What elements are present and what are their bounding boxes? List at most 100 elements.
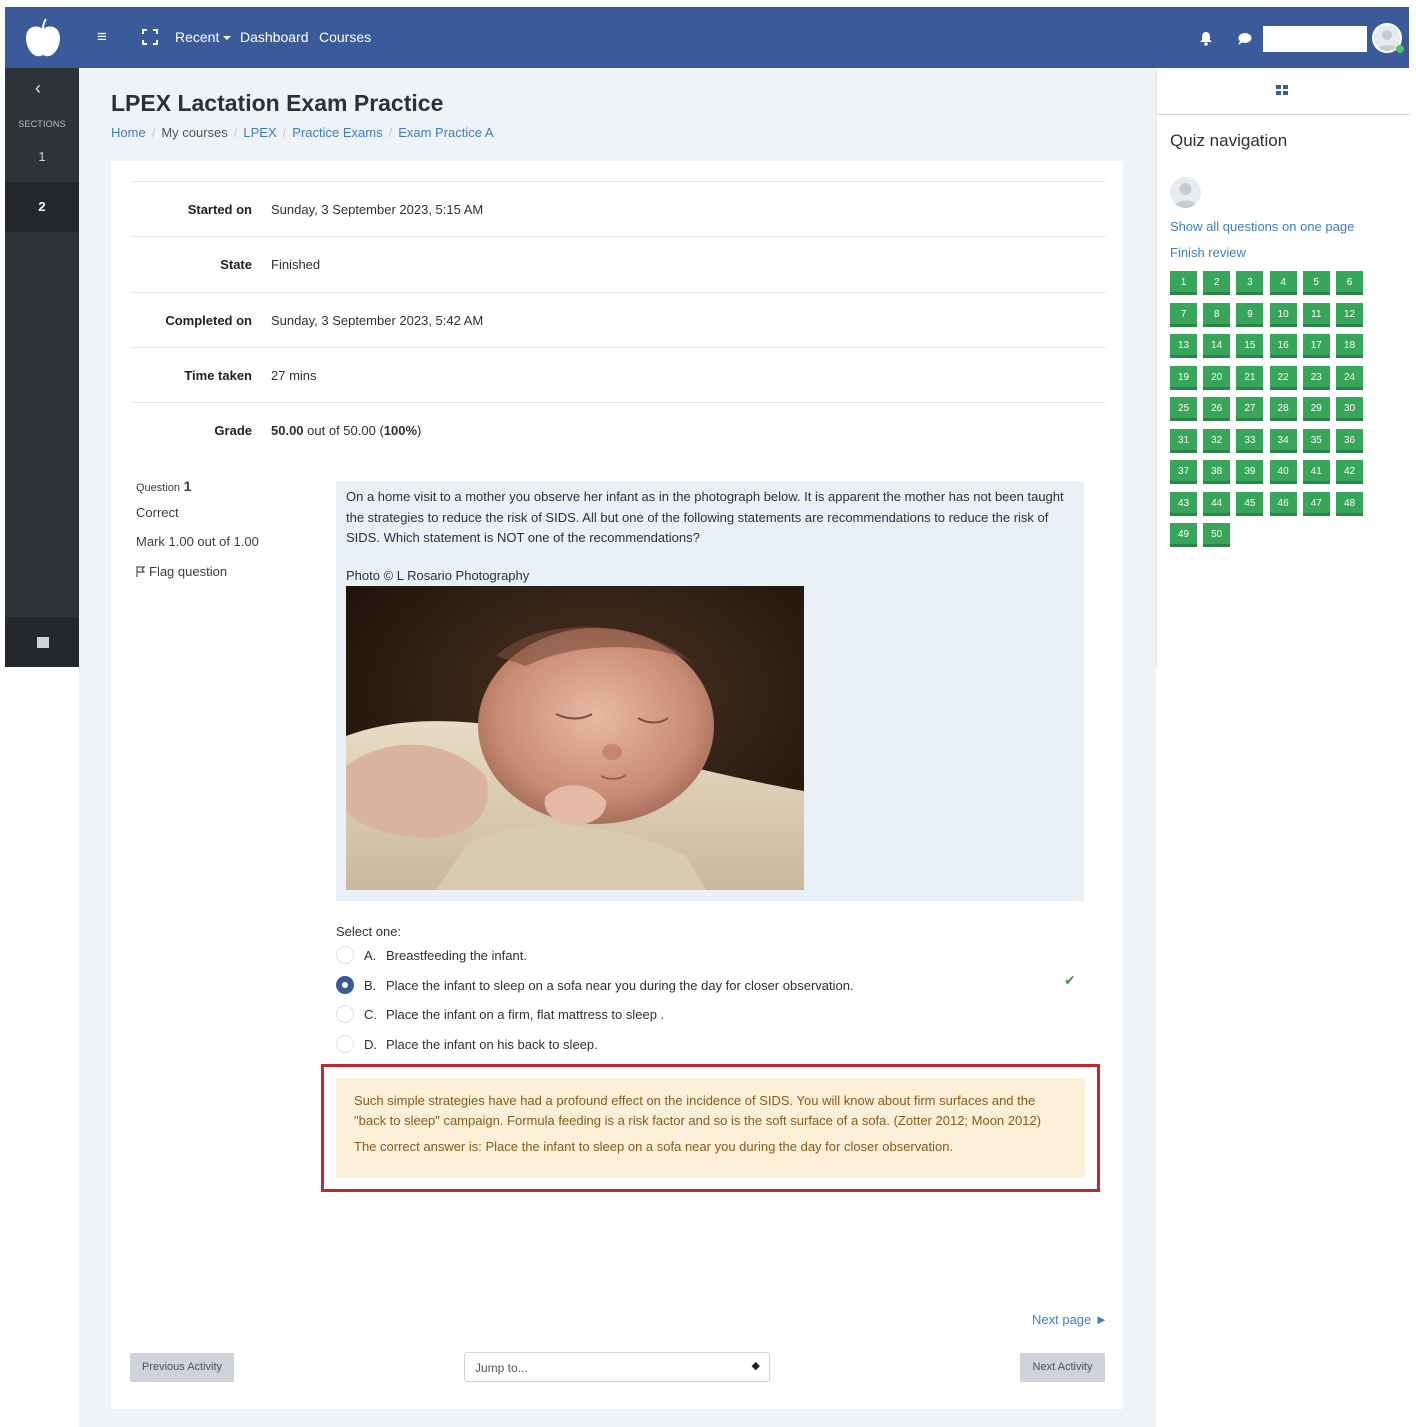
question-nav-button-18[interactable]: 18	[1336, 334, 1363, 358]
breadcrumb-home[interactable]: Home	[111, 125, 146, 140]
question-nav-button-13[interactable]: 13	[1170, 334, 1197, 358]
question-nav-button-7[interactable]: 7	[1170, 302, 1197, 327]
flag-question-link[interactable]: Flag question	[136, 564, 227, 579]
question-nav-button-33[interactable]: 33	[1236, 428, 1264, 453]
next-page-link[interactable]: Next page ►	[1032, 1312, 1108, 1327]
option-a-radio[interactable]	[336, 946, 354, 964]
archive-icon[interactable]	[37, 637, 49, 648]
question-nav-button-14[interactable]: 14	[1203, 334, 1231, 358]
grade-score: 50.00	[271, 423, 304, 438]
summary-row-started: Started on Sunday, 3 September 2023, 5:1…	[131, 181, 1106, 236]
question-nav-button-28[interactable]: 28	[1269, 397, 1297, 421]
finish-review-link[interactable]: Finish review	[1170, 245, 1246, 260]
question-nav-button-11[interactable]: 11	[1302, 302, 1330, 327]
hamburger-icon[interactable]: ≡	[97, 27, 107, 47]
breadcrumb-exam-practice-a[interactable]: Exam Practice A	[398, 125, 493, 140]
question-nav-button-5[interactable]: 5	[1302, 271, 1330, 295]
question-nav-button-31[interactable]: 31	[1170, 428, 1197, 453]
fullscreen-icon[interactable]	[142, 29, 158, 45]
question-nav-button-24[interactable]: 24	[1336, 365, 1363, 390]
quiz-navigation-title: Quiz navigation	[1170, 131, 1288, 150]
top-navbar: ≡ Recent Dashboard Courses	[5, 7, 1409, 68]
highlight-annotation-box	[321, 1064, 1100, 1192]
question-mark: Mark 1.00 out of 1.00	[136, 534, 259, 549]
summary-row-state: State Finished	[131, 236, 1106, 291]
option-a-letter: A.	[364, 948, 377, 963]
summary-row-completed: Completed on Sunday, 3 September 2023, 5…	[131, 292, 1106, 347]
summary-row-grade: Grade 50.00 out of 50.00 (100%)	[131, 402, 1106, 457]
section-item-1[interactable]: 1	[5, 132, 79, 182]
question-nav-button-26[interactable]: 26	[1203, 397, 1231, 421]
question-nav-button-47[interactable]: 47	[1302, 491, 1330, 516]
question-number-value: 1	[183, 478, 192, 494]
question-nav-button-3[interactable]: 3	[1236, 271, 1264, 295]
question-nav-button-9[interactable]: 9	[1236, 302, 1264, 327]
question-nav-button-48[interactable]: 48	[1336, 491, 1363, 516]
search-input[interactable]	[1263, 26, 1367, 52]
question-nav-button-27[interactable]: 27	[1236, 397, 1264, 421]
question-nav-button-20[interactable]: 20	[1203, 365, 1231, 390]
select-arrows-icon: ◆	[751, 1360, 760, 1372]
recent-menu[interactable]: Recent	[175, 29, 232, 45]
question-nav-button-45[interactable]: 45	[1236, 491, 1264, 516]
grid-icon[interactable]	[1276, 85, 1289, 96]
dashboard-link[interactable]: Dashboard	[240, 29, 309, 45]
section-item-2[interactable]: 2	[5, 182, 79, 232]
question-nav-button-42[interactable]: 42	[1336, 460, 1363, 484]
question-nav-button-46[interactable]: 46	[1269, 491, 1297, 516]
sleeping-infant-photo	[346, 586, 804, 890]
question-nav-button-39[interactable]: 39	[1236, 460, 1264, 484]
show-all-questions-link[interactable]: Show all questions on one page	[1170, 219, 1354, 234]
question-nav-button-1[interactable]: 1	[1170, 271, 1197, 295]
question-nav-button-10[interactable]: 10	[1269, 302, 1297, 327]
caret-down-icon	[223, 36, 232, 41]
question-nav-button-40[interactable]: 40	[1269, 460, 1297, 484]
breadcrumb-lpex[interactable]: LPEX	[243, 125, 276, 140]
question-nav-button-43[interactable]: 43	[1170, 491, 1197, 516]
question-nav-button-19[interactable]: 19	[1170, 365, 1197, 390]
option-c-radio[interactable]	[336, 1005, 354, 1023]
question-nav-button-8[interactable]: 8	[1203, 302, 1231, 327]
question-word: Question	[136, 482, 181, 494]
next-activity-button[interactable]: Next Activity	[1020, 1353, 1105, 1382]
question-nav-button-15[interactable]: 15	[1236, 334, 1264, 358]
option-d-text: Place the infant on his back to sleep.	[386, 1037, 598, 1052]
question-nav-button-17[interactable]: 17	[1302, 334, 1330, 358]
chevron-left-icon[interactable]: ‹	[35, 78, 41, 99]
question-nav-button-32[interactable]: 32	[1203, 428, 1231, 453]
question-nav-button-30[interactable]: 30	[1336, 397, 1363, 421]
flag-icon	[136, 566, 146, 577]
question-nav-button-44[interactable]: 44	[1203, 491, 1231, 516]
chat-bubble-icon[interactable]	[1237, 32, 1252, 46]
option-b-radio[interactable]	[336, 976, 354, 994]
option-c-letter: C.	[364, 1007, 377, 1022]
apple-logo-icon[interactable]	[23, 17, 63, 59]
question-nav-button-34[interactable]: 34	[1269, 428, 1297, 453]
jump-to-select[interactable]: Jump to... ◆	[464, 1352, 770, 1382]
breadcrumb-separator: /	[282, 125, 287, 140]
question-nav-button-41[interactable]: 41	[1302, 460, 1330, 484]
question-nav-button-16[interactable]: 16	[1269, 334, 1297, 358]
bell-icon[interactable]	[1199, 31, 1213, 46]
question-nav-button-2[interactable]: 2	[1203, 271, 1231, 295]
question-nav-button-35[interactable]: 35	[1302, 428, 1330, 453]
question-nav-button-36[interactable]: 36	[1336, 428, 1363, 453]
question-nav-button-38[interactable]: 38	[1203, 460, 1231, 484]
question-nav-button-29[interactable]: 29	[1302, 397, 1330, 421]
question-nav-button-37[interactable]: 37	[1170, 460, 1197, 484]
question-nav-button-21[interactable]: 21	[1236, 365, 1264, 390]
time-taken-value: 27 mins	[271, 368, 317, 383]
breadcrumb-practice-exams[interactable]: Practice Exams	[292, 125, 382, 140]
option-d-radio[interactable]	[336, 1035, 354, 1053]
courses-link[interactable]: Courses	[319, 29, 371, 45]
question-nav-button-25[interactable]: 25	[1170, 397, 1197, 421]
question-nav-button-23[interactable]: 23	[1302, 365, 1330, 390]
question-nav-button-6[interactable]: 6	[1336, 271, 1363, 295]
question-nav-button-12[interactable]: 12	[1336, 302, 1363, 327]
question-nav-button-4[interactable]: 4	[1269, 271, 1297, 295]
previous-activity-button[interactable]: Previous Activity	[130, 1353, 234, 1382]
question-nav-button-50[interactable]: 50	[1203, 523, 1231, 547]
question-nav-button-49[interactable]: 49	[1170, 523, 1197, 547]
question-nav-button-22[interactable]: 22	[1269, 365, 1297, 390]
grade-label: Grade	[214, 423, 252, 438]
